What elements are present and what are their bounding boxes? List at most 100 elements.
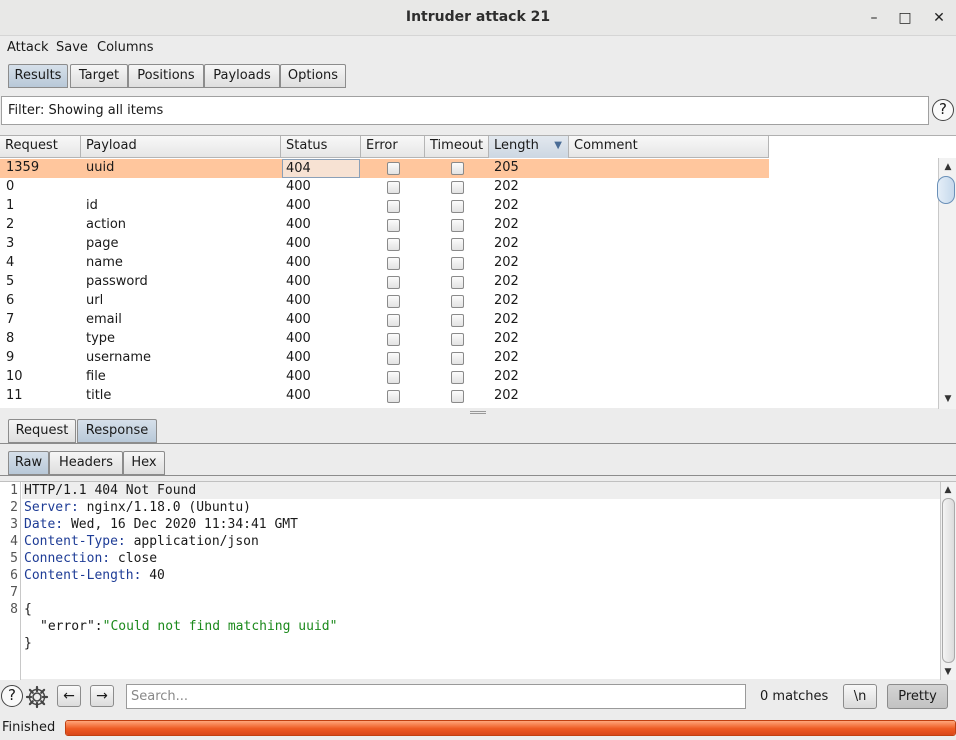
error-checkbox[interactable] [387,238,400,251]
error-checkbox[interactable] [387,200,400,213]
minimize-button[interactable]: – [864,8,884,28]
splitter-handle[interactable] [470,411,486,414]
line-number: 1 [10,483,18,498]
timeout-checkbox[interactable] [451,295,464,308]
timeout-checkbox[interactable] [451,181,464,194]
error-checkbox[interactable] [387,219,400,232]
header-line: Date: Wed, 16 Dec 2020 11:34:41 GMT [24,517,298,532]
error-checkbox[interactable] [387,162,400,175]
help-icon[interactable]: ? [1,685,23,707]
scroll-down-icon[interactable]: ▼ [941,665,955,679]
scroll-down-icon[interactable]: ▼ [941,392,955,406]
scroll-up-icon[interactable]: ▲ [941,160,955,174]
error-checkbox[interactable] [387,352,400,365]
menu-attack[interactable]: Attack [7,40,49,55]
editor-scrollbar[interactable]: ▲ ▼ [940,482,956,680]
error-checkbox[interactable] [387,333,400,346]
column-timeout[interactable]: Timeout [425,136,489,158]
line-number: 4 [10,534,18,549]
table-row[interactable]: 6 url 400 202 [0,292,769,311]
line-number: 7 [10,585,18,600]
table-row[interactable]: 0 400 202 [0,178,769,197]
scroll-up-icon[interactable]: ▲ [941,483,955,497]
close-button[interactable]: ✕ [929,8,949,28]
maximize-button[interactable]: □ [895,8,915,28]
tab-payloads[interactable]: Payloads [204,64,280,88]
column-request[interactable]: Request [0,136,81,158]
tab-headers[interactable]: Headers [49,451,123,475]
table-row[interactable]: 1 id 400 202 [0,197,769,216]
cell-payload: email [86,312,122,327]
timeout-checkbox[interactable] [451,200,464,213]
cell-payload: password [86,274,148,289]
table-row[interactable]: 7 email 400 202 [0,311,769,330]
timeout-checkbox[interactable] [451,314,464,327]
header-name: Date: [24,517,64,532]
error-checkbox[interactable] [387,371,400,384]
cell-length: 205 [494,160,519,175]
help-icon[interactable]: ? [932,99,954,121]
json-key: "error" [40,619,95,634]
cell-payload: url [86,293,104,308]
line-gutter: 1 2 3 4 5 6 7 8 [0,482,21,680]
scroll-thumb[interactable] [942,498,955,663]
menu-save[interactable]: Save [56,40,88,55]
table-row-selected[interactable]: 1359 uuid 404 205 [0,159,769,178]
column-length[interactable]: Length ▼ [489,136,569,158]
table-row[interactable]: 10 file 400 202 [0,368,769,387]
error-checkbox[interactable] [387,181,400,194]
column-error[interactable]: Error [361,136,425,158]
error-checkbox[interactable] [387,257,400,270]
timeout-checkbox[interactable] [451,219,464,232]
table-row[interactable]: 4 name 400 202 [0,254,769,273]
filter-bar[interactable]: Filter: Showing all items [1,96,929,125]
tab-results[interactable]: Results [8,64,68,88]
table-row[interactable]: 11 title 400 202 [0,387,769,406]
table-row[interactable]: 8 type 400 202 [0,330,769,349]
timeout-checkbox[interactable] [451,257,464,270]
table-row[interactable]: 2 action 400 202 [0,216,769,235]
tab-request[interactable]: Request [8,419,76,443]
gear-icon[interactable] [25,685,49,709]
sort-descending-icon: ▼ [554,140,562,151]
table-row[interactable]: 9 username 400 202 [0,349,769,368]
timeout-checkbox[interactable] [451,333,464,346]
cell-length: 202 [494,350,519,365]
table-row[interactable]: 3 page 400 202 [0,235,769,254]
newline-toggle-button[interactable]: \n [843,684,877,709]
menu-columns[interactable]: Columns [97,40,154,55]
error-checkbox[interactable] [387,295,400,308]
table-scrollbar[interactable]: ▲ ▼ [937,158,956,409]
tab-hex[interactable]: Hex [123,451,165,475]
column-status[interactable]: Status [281,136,361,158]
cell-status: 400 [286,312,311,327]
cell-status: 400 [286,236,311,251]
response-editor[interactable]: 1 2 3 4 5 6 7 8 HTTP/1.1 404 Not Found S… [0,481,956,680]
tab-raw[interactable]: Raw [8,451,49,475]
column-comment[interactable]: Comment [569,136,769,158]
next-arrow-icon[interactable]: → [90,685,114,707]
error-checkbox[interactable] [387,276,400,289]
menu-bar: Attack Save Columns [0,37,956,59]
tab-response[interactable]: Response [77,419,157,443]
error-checkbox[interactable] [387,390,400,403]
timeout-checkbox[interactable] [451,390,464,403]
table-row[interactable]: 5 password 400 202 [0,273,769,292]
scroll-thumb[interactable] [937,176,955,204]
tab-target[interactable]: Target [70,64,128,88]
timeout-checkbox[interactable] [451,276,464,289]
timeout-checkbox[interactable] [451,238,464,251]
timeout-checkbox[interactable] [451,352,464,365]
pretty-button[interactable]: Pretty [887,684,948,709]
timeout-checkbox[interactable] [451,371,464,384]
cell-payload: page [86,236,119,251]
column-payload[interactable]: Payload [81,136,281,158]
line-number: 3 [10,517,18,532]
previous-arrow-icon[interactable]: ← [57,685,81,707]
json-colon: : [94,619,103,634]
timeout-checkbox[interactable] [451,162,464,175]
tab-positions[interactable]: Positions [128,64,204,88]
tab-options[interactable]: Options [280,64,346,88]
search-input[interactable] [126,684,746,709]
error-checkbox[interactable] [387,314,400,327]
